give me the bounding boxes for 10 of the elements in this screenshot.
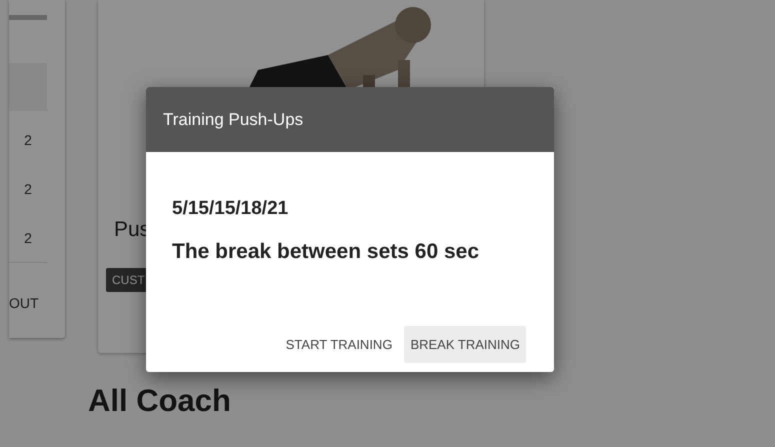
row-value: 2 bbox=[23, 180, 33, 198]
section-heading: All Coach bbox=[88, 383, 231, 419]
row-value: 2 bbox=[23, 228, 33, 248]
dialog-action-button[interactable]: BREAK TRAINING bbox=[404, 326, 526, 363]
dialog-title: Training Push-Ups bbox=[163, 110, 304, 130]
sets-text: 5/15/15/18/21 bbox=[172, 198, 288, 220]
row-value: 2 bbox=[23, 130, 33, 150]
logout-link[interactable]: OUT bbox=[9, 295, 39, 311]
dialog-action-button[interactable]: START TRAINING bbox=[280, 326, 398, 363]
break-text: The break between sets 60 sec bbox=[172, 240, 479, 264]
